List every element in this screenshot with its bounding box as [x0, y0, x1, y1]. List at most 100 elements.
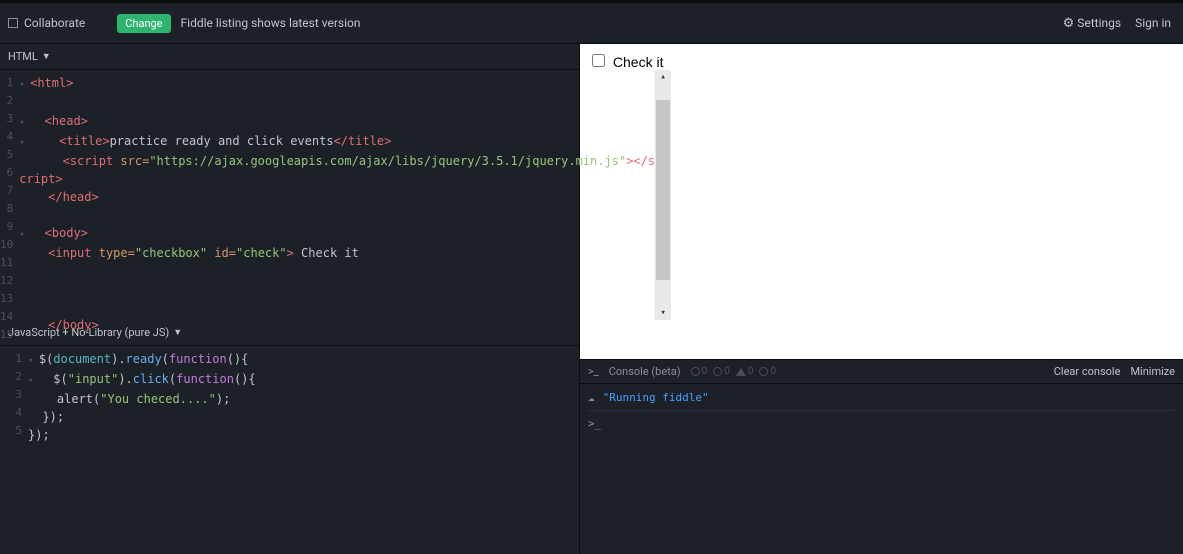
- settings-icon: ⚙: [1063, 16, 1075, 31]
- code-token: function: [176, 372, 234, 386]
- code-token: function: [169, 352, 227, 366]
- html-scrollbar[interactable]: ▴ ▾: [655, 70, 671, 320]
- code-token: Check it: [294, 246, 359, 260]
- scroll-thumb[interactable]: [656, 100, 670, 280]
- line-num: 3: [0, 386, 22, 404]
- circle-icon: [691, 367, 700, 376]
- html-gutter: 1 2 3 4 5 6 7 8 9 10 11 12 13 14 15: [0, 70, 19, 320]
- line-num: 3: [0, 110, 13, 128]
- code-token: $(: [39, 352, 53, 366]
- js-code[interactable]: ▾ $(document).ready(function(){▾ $("inpu…: [28, 346, 579, 554]
- code-token: <head>: [45, 114, 88, 128]
- console-header-right: Clear console Minimize: [1054, 365, 1175, 378]
- code-token: "check": [236, 246, 287, 260]
- collaborate-button[interactable]: Collaborate: [8, 16, 85, 30]
- code-token: });: [28, 410, 64, 424]
- chevron-down-icon: ▼: [42, 51, 51, 62]
- console-header: >_ Console (beta) 0 0 0 0 Clear console …: [580, 360, 1183, 384]
- code-token: <title>: [59, 134, 110, 148]
- code-token: ready: [126, 352, 162, 366]
- line-num: 5: [0, 146, 13, 164]
- circle-icon: [713, 367, 722, 376]
- circle-icon: [759, 367, 768, 376]
- result-checkbox-label[interactable]: Check it: [592, 54, 663, 70]
- html-editor[interactable]: 1 2 3 4 5 6 7 8 9 10 11 12 13 14 15 ▾ <h…: [0, 70, 579, 320]
- line-num: 15: [0, 326, 13, 344]
- prompt-icon: >_: [588, 417, 601, 430]
- code-token: });: [28, 428, 50, 442]
- js-editor[interactable]: 1 2 3 4 5 ▾ $(document).ready(function()…: [0, 346, 579, 554]
- line-num: 9: [0, 218, 13, 236]
- console-message: "Running fiddle": [603, 391, 709, 404]
- badge-count: 0: [702, 366, 708, 377]
- code-token: ).: [118, 372, 132, 386]
- console-input-line[interactable]: >_: [588, 410, 1175, 428]
- code-token: type=: [99, 246, 135, 260]
- badge-error[interactable]: 0: [713, 366, 730, 377]
- topbar-right: ⚙ Settings Sign in: [1063, 16, 1171, 31]
- code-token: "You checed....": [100, 392, 216, 406]
- code-token: <script: [63, 154, 121, 168]
- settings-button[interactable]: ⚙ Settings: [1063, 16, 1121, 31]
- line-num: 14: [0, 308, 13, 326]
- badge-count: 0: [748, 366, 754, 377]
- line-num: 12: [0, 272, 13, 290]
- topbar: Collaborate Change Fiddle listing shows …: [0, 0, 1183, 44]
- minimize-button[interactable]: Minimize: [1130, 365, 1175, 378]
- line-num: 7: [0, 182, 13, 200]
- checkbox-text: Check it: [613, 54, 664, 70]
- badge-other[interactable]: 0: [759, 366, 776, 377]
- change-badge[interactable]: Change: [117, 14, 170, 33]
- code-token: </head>: [48, 190, 99, 204]
- badge-info[interactable]: 0: [691, 366, 708, 377]
- code-token: document: [53, 352, 111, 366]
- line-num: 2: [0, 92, 13, 110]
- code-token: "https://ajax.googleapis.com/ajax/libs/j…: [149, 154, 626, 168]
- console-body[interactable]: ☁ "Running fiddle" >_: [580, 384, 1183, 554]
- console-panel: >_ Console (beta) 0 0 0 0 Clear console …: [580, 359, 1183, 554]
- html-panel-header[interactable]: HTML ▼: [0, 44, 579, 70]
- fiddle-info: Change Fiddle listing shows latest versi…: [117, 14, 360, 33]
- code-token: >: [287, 246, 294, 260]
- collaborate-label: Collaborate: [24, 16, 85, 30]
- code-token: <body>: [45, 226, 88, 240]
- main: HTML ▼ 1 2 3 4 5 6 7 8 9 10 11 12 13 14 …: [0, 44, 1183, 554]
- code-token: ></s: [626, 154, 655, 168]
- code-token: (: [162, 352, 169, 366]
- code-token: "input": [68, 372, 119, 386]
- code-token: $(: [39, 372, 68, 386]
- badge-count: 0: [770, 366, 776, 377]
- line-num: 4: [0, 128, 13, 146]
- scroll-down-icon[interactable]: ▾: [655, 306, 671, 320]
- code-token: </title>: [334, 134, 392, 148]
- html-code[interactable]: ▾ <html> ▾ <head>▾ <title>practice ready…: [19, 70, 655, 320]
- badge-count: 0: [724, 366, 730, 377]
- scroll-up-icon[interactable]: ▴: [655, 70, 671, 84]
- code-token: <html>: [30, 76, 73, 90]
- check-checkbox[interactable]: [592, 54, 605, 67]
- code-token: alert(: [28, 392, 100, 406]
- html-label: HTML: [8, 50, 38, 63]
- code-token: );: [216, 392, 230, 406]
- line-num: 6: [0, 164, 13, 182]
- line-num: 4: [0, 404, 22, 422]
- fiddle-listing-text: Fiddle listing shows latest version: [181, 16, 361, 30]
- code-token: practice ready and click events: [110, 134, 334, 148]
- line-num: 1: [0, 74, 13, 92]
- console-line: ☁ "Running fiddle": [588, 388, 1175, 406]
- line-num: 11: [0, 254, 13, 272]
- code-token: click: [133, 372, 169, 386]
- code-token: (){: [234, 372, 256, 386]
- code-token: (){: [227, 352, 249, 366]
- js-gutter: 1 2 3 4 5: [0, 346, 28, 554]
- cloud-icon: ☁: [588, 391, 595, 404]
- code-token: cript>: [19, 172, 62, 186]
- line-num: 5: [0, 422, 22, 440]
- sign-in-button[interactable]: Sign in: [1135, 16, 1171, 30]
- code-token: ).: [111, 352, 125, 366]
- line-num: 1: [0, 350, 22, 368]
- badge-warn[interactable]: 0: [736, 366, 754, 377]
- code-token: src=: [120, 154, 149, 168]
- code-token: <input: [48, 246, 99, 260]
- clear-console-button[interactable]: Clear console: [1054, 365, 1121, 378]
